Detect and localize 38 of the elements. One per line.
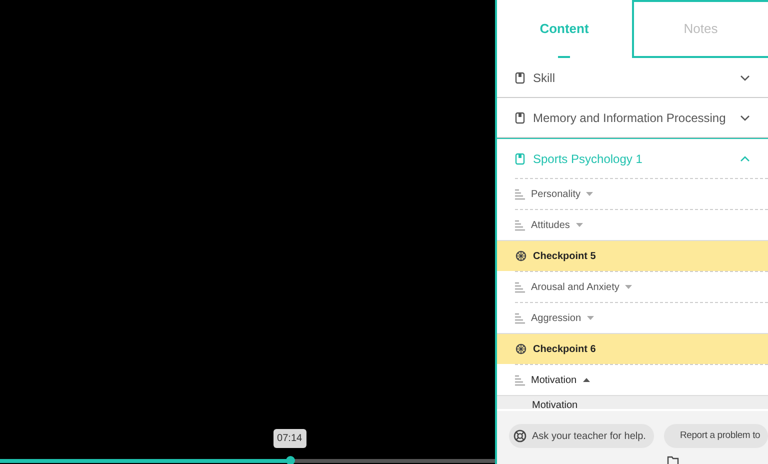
lesson-row[interactable]: Personality xyxy=(515,178,768,209)
book-icon xyxy=(515,152,525,164)
checkpoint-label: Checkpoint 6 xyxy=(533,342,596,356)
lesson-label: Personality xyxy=(531,188,580,202)
checkpoint-row[interactable]: Checkpoint 5 xyxy=(497,240,768,271)
lines-icon xyxy=(515,282,525,292)
time-tooltip: 07:14 xyxy=(273,429,306,448)
caret-down-icon xyxy=(587,316,594,320)
progress-track[interactable] xyxy=(0,459,495,463)
lesson-label: Motivation xyxy=(531,374,577,388)
report-button[interactable]: Report a problem to xyxy=(664,424,768,448)
sub-lesson-label: Motivation xyxy=(532,400,578,411)
caret-down-icon xyxy=(586,192,594,196)
lines-icon xyxy=(515,374,525,386)
caret-down-icon xyxy=(625,285,632,289)
checkpoint-label: Checkpoint 5 xyxy=(533,250,596,264)
caret-down-icon xyxy=(576,223,583,227)
lesson-label: Attitudes xyxy=(531,218,570,232)
lines-icon xyxy=(515,312,525,324)
lifebuoy-icon xyxy=(513,429,527,443)
help-button[interactable]: Ask your teacher for help. xyxy=(509,424,654,448)
chevron-down-icon xyxy=(740,74,750,80)
section-title: Memory and Information Processing xyxy=(533,110,727,126)
lines-icon xyxy=(515,188,525,200)
caret-up-icon xyxy=(582,378,590,382)
progress-thumb[interactable] xyxy=(286,456,295,464)
lesson-row[interactable]: Arousal and Anxiety xyxy=(515,271,768,302)
chevron-down-icon xyxy=(740,114,750,120)
checkpoint-row[interactable]: Checkpoint 6 xyxy=(497,333,768,364)
section-title: Sports Psychology 1 xyxy=(533,150,644,168)
book-icon xyxy=(515,112,525,124)
lesson-label: Aggression xyxy=(531,312,582,326)
book-icon xyxy=(515,72,525,84)
lines-icon xyxy=(515,220,525,230)
chevron-up-icon xyxy=(740,156,750,162)
lesson-label: Arousal and Anxiety xyxy=(531,280,620,294)
section-title: Skill xyxy=(533,70,556,86)
folder-icon xyxy=(667,456,679,464)
